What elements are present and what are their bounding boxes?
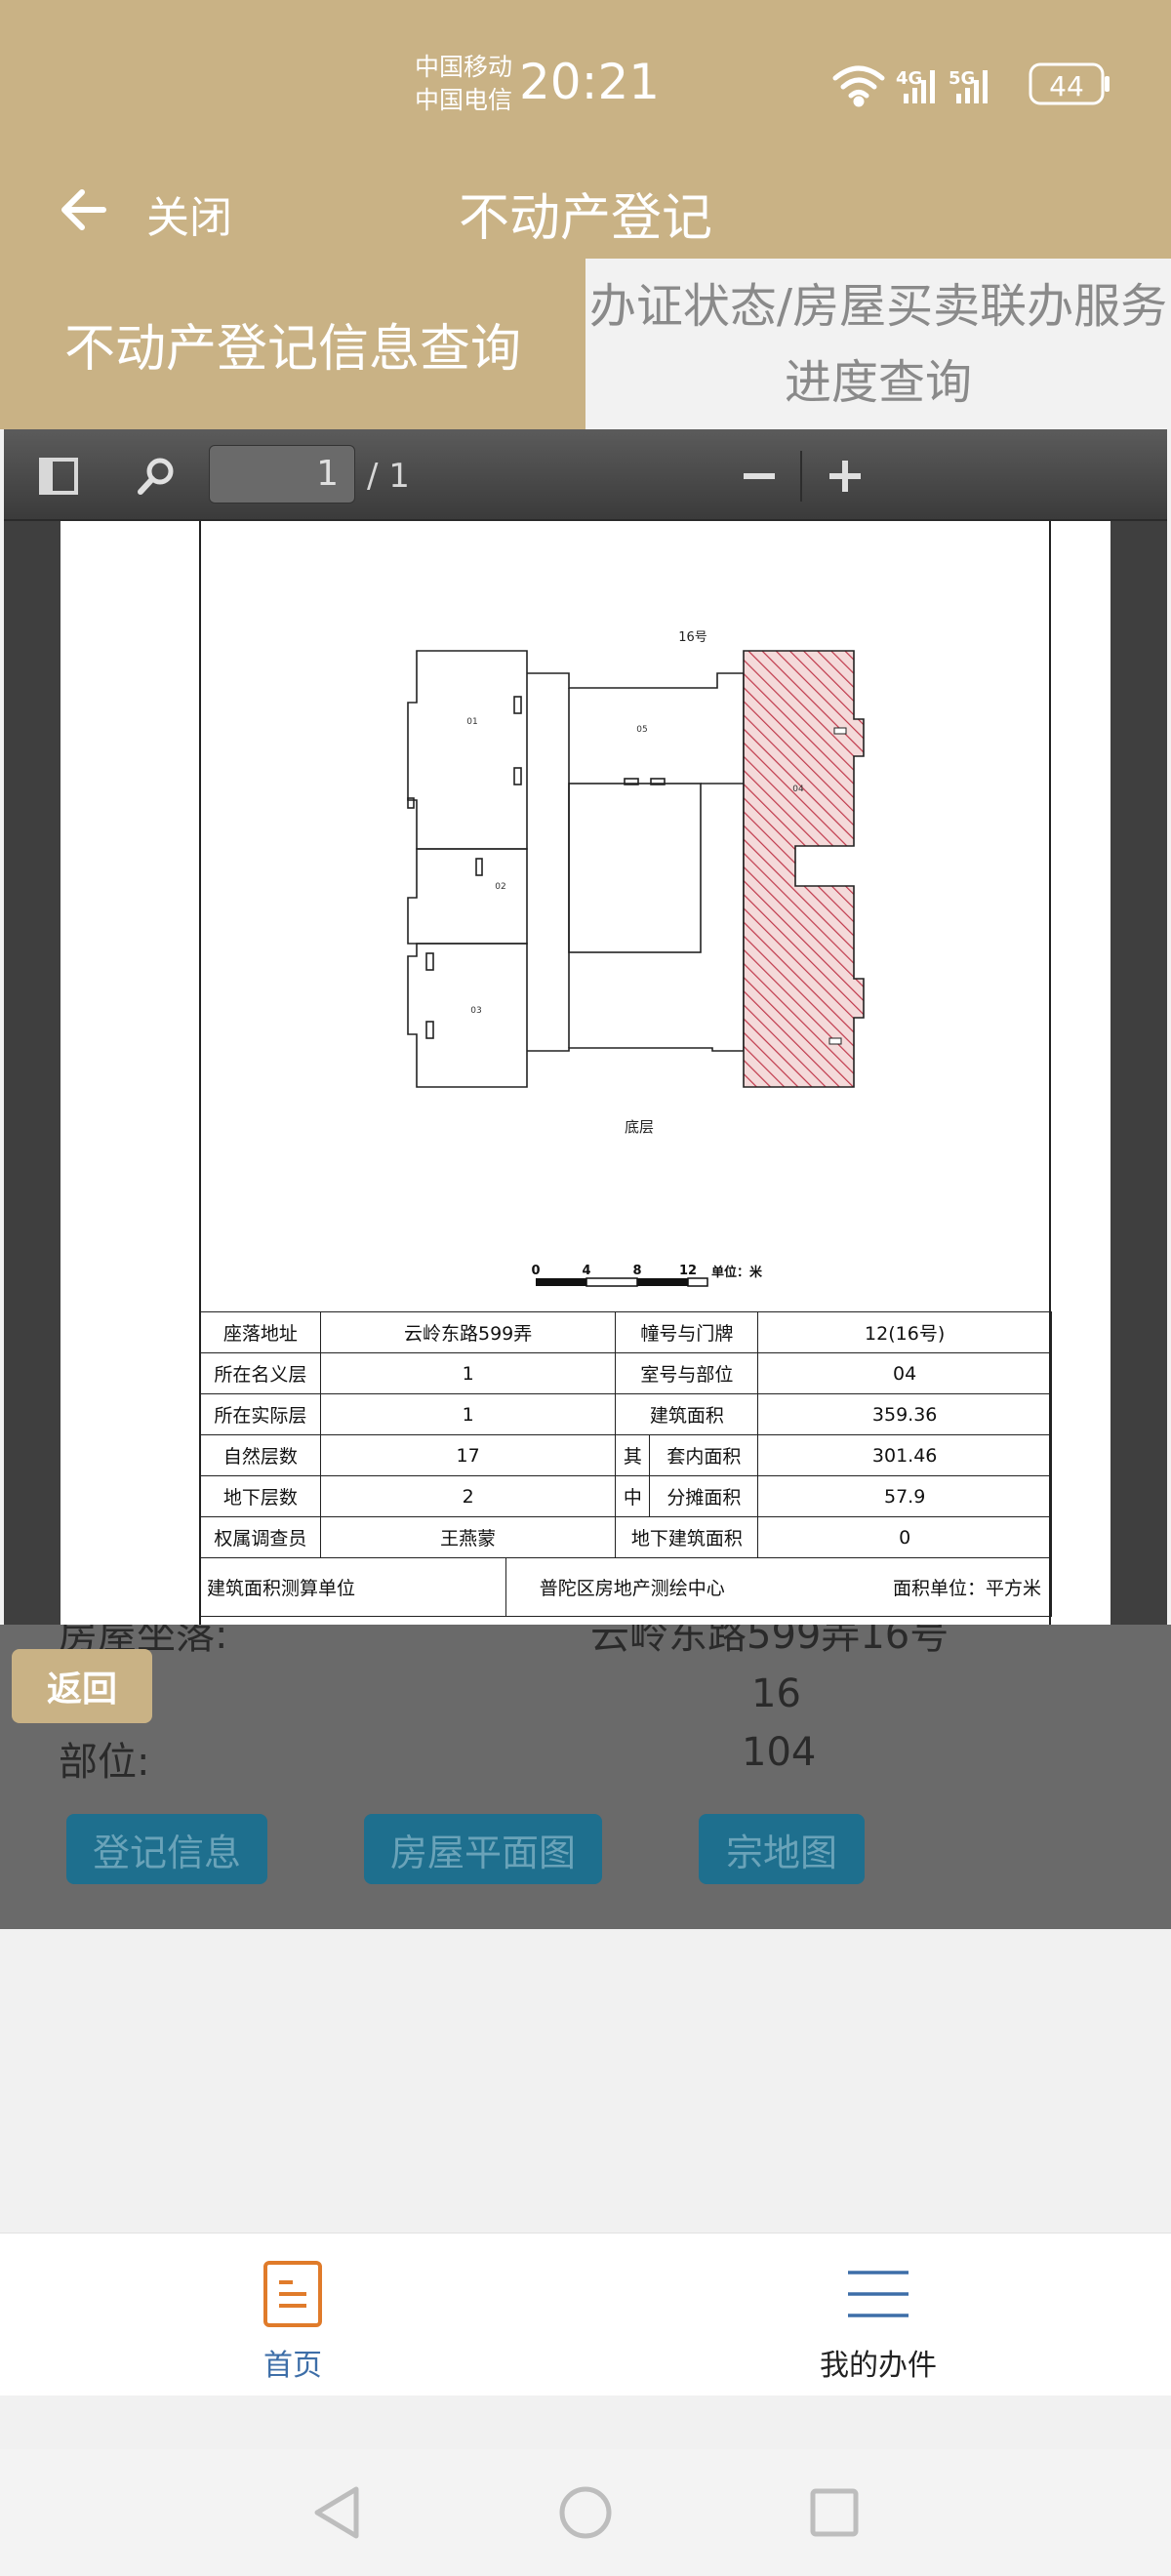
label-underground-area: 地下建筑面积: [615, 1516, 759, 1558]
position-value: 104: [742, 1730, 817, 1775]
value-survey-unit: 普陀区房地产测绘中心: [505, 1557, 758, 1617]
table-row: 地下层数 2 中 分摊面积 57.9: [200, 1475, 1052, 1517]
carrier-1: 中国移动: [415, 53, 513, 81]
area-unit-note: 面积单位：平方米: [757, 1557, 1052, 1617]
value-nominal-floor: 1: [319, 1352, 617, 1394]
document-icon: [252, 2255, 334, 2333]
registration-info-button[interactable]: 登记信息: [66, 1814, 267, 1884]
system-recents-button[interactable]: [795, 2474, 873, 2552]
detail-panel: 房屋坐落: 云岭东路599弄16号 16 部位: 104 登记信息 房屋平面图 …: [0, 1625, 1171, 1929]
battery-icon: 44: [1029, 62, 1110, 105]
system-back-button[interactable]: [298, 2474, 376, 2552]
table-row: 座落地址 云岭东路599弄 幢号与门牌 12(16号): [200, 1311, 1052, 1353]
status-time: 20:21: [519, 54, 661, 110]
label-address: 座落地址: [200, 1311, 321, 1353]
value-building-no: 12(16号): [757, 1311, 1052, 1353]
return-button[interactable]: 返回: [12, 1649, 152, 1723]
battery-level: 44: [1049, 70, 1084, 102]
system-home-button[interactable]: [546, 2474, 625, 2552]
nav-home[interactable]: 首页: [0, 2234, 586, 2395]
square-recents-icon: [810, 2488, 859, 2537]
tab-registration-query[interactable]: 不动产登记信息查询: [0, 259, 586, 429]
status-icons: 4G 5G 44: [831, 60, 1114, 109]
table-row: 权属调查员 王燕蒙 地下建筑面积 0: [200, 1516, 1052, 1558]
search-icon: [138, 458, 174, 495]
value-building-area: 359.36: [757, 1393, 1052, 1435]
tab-progress-query-label: 办证状态/房屋买卖联办服务进度查询: [588, 278, 1168, 410]
label-building-area: 建筑面积: [615, 1393, 759, 1435]
menu-icon: [837, 2255, 919, 2333]
search-button[interactable]: [129, 449, 183, 503]
value-total-floors: 17: [319, 1434, 617, 1476]
triangle-back-icon: [314, 2486, 359, 2539]
tab-progress-query[interactable]: 办证状态/房屋买卖联办服务进度查询: [586, 259, 1171, 429]
nav-my-tasks[interactable]: 我的办件: [586, 2234, 1171, 2395]
network-5g-label: 5G: [949, 68, 975, 89]
label-surveyor: 权属调查员: [200, 1516, 321, 1558]
value-interior-area: 301.46: [757, 1434, 1052, 1476]
bottom-navigation: 首页 我的办件: [0, 2233, 1171, 2395]
label-of-which-1: 其: [615, 1434, 651, 1476]
label-room-no: 室号与部位: [615, 1352, 759, 1394]
value-room-no: 04: [757, 1352, 1052, 1394]
value-actual-floor: 1: [319, 1393, 617, 1435]
label-interior-area: 套内面积: [649, 1434, 759, 1476]
page-title: 不动产登记: [458, 189, 712, 248]
title-bar: 关闭 不动产登记: [0, 161, 1171, 259]
wifi-icon: [832, 65, 885, 107]
zoom-in-icon: [829, 461, 861, 492]
parcel-map-button[interactable]: 宗地图: [699, 1814, 865, 1884]
position-label: 部位:: [59, 1740, 150, 1785]
label-survey-unit: 建筑面积测算单位: [200, 1557, 506, 1617]
sidebar-toggle-icon: [39, 458, 78, 495]
sidebar-toggle-button[interactable]: [31, 449, 86, 503]
table-row: 自然层数 17 其 套内面积 301.46: [200, 1434, 1052, 1476]
zoom-divider: [800, 451, 802, 502]
value-shared-area: 57.9: [757, 1475, 1052, 1517]
system-navigation-bar: [0, 2449, 1171, 2576]
floor-plan-button[interactable]: 房屋平面图: [364, 1814, 602, 1884]
circle-home-icon: [559, 2486, 612, 2539]
label-of-which-2: 中: [615, 1475, 651, 1517]
value-surveyor: 王燕蒙: [319, 1516, 617, 1558]
label-underground-floors: 地下层数: [200, 1475, 321, 1517]
pdf-toolbar: 1 / 1: [4, 429, 1167, 521]
table-row: 所在名义层 1 室号与部位 04: [200, 1352, 1052, 1394]
tab-bar: 不动产登记信息查询 办证状态/房屋买卖联办服务进度查询: [0, 259, 1171, 429]
label-shared-area: 分摊面积: [649, 1475, 759, 1517]
zoom-in-button[interactable]: [818, 449, 872, 503]
label-nominal-floor: 所在名义层: [200, 1352, 321, 1394]
value-underground-floors: 2: [319, 1475, 617, 1517]
nav-my-tasks-label: 我的办件: [820, 2349, 937, 2383]
building-number-value: 16: [751, 1671, 801, 1716]
label-actual-floor: 所在实际层: [200, 1393, 321, 1435]
nav-home-label: 首页: [263, 2349, 322, 2383]
label-total-floors: 自然层数: [200, 1434, 321, 1476]
page-total: / 1: [367, 457, 410, 496]
zoom-out-icon: [744, 473, 775, 479]
label-building-no: 幢号与门牌: [615, 1311, 759, 1353]
table-row: 建筑面积测算单位 普陀区房地产测绘中心 面积单位：平方米: [200, 1557, 1052, 1617]
carrier-names: 中国移动 中国电信: [415, 51, 512, 117]
zoom-out-button[interactable]: [732, 449, 787, 503]
value-address: 云岭东路599弄: [319, 1311, 617, 1353]
network-4g-label: 4G: [896, 68, 922, 89]
location-value: 云岭东路599弄16号: [590, 1625, 949, 1658]
table-row: 所在实际层 1 建筑面积 359.36: [200, 1393, 1052, 1435]
page-number-input[interactable]: 1: [209, 445, 355, 503]
status-bar: 中国移动 中国电信 20:21 4G 5G 44: [0, 0, 1171, 161]
carrier-2: 中国电信: [415, 86, 513, 114]
property-info-table: 座落地址 云岭东路599弄 幢号与门牌 12(16号) 所在名义层 1 室号与部…: [200, 1311, 1052, 1617]
value-underground-area: 0: [757, 1516, 1052, 1558]
